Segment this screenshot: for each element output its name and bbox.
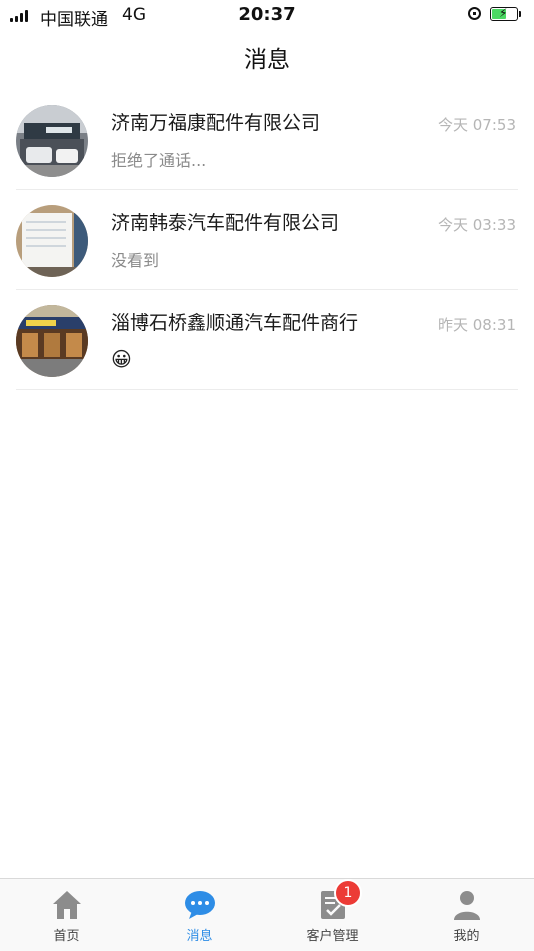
chat-bubble-icon [184, 891, 215, 919]
home-icon [52, 891, 81, 919]
battery-icon: ⚡ [490, 6, 518, 21]
conversation-name: 淄博石桥鑫顺通汽车配件商行 [111, 312, 359, 334]
conversation-item[interactable]: 济南韩泰汽车配件有限公司 没看到 今天 03:33 [0, 190, 534, 290]
charging-bolt-icon: ⚡ [499, 6, 508, 20]
conversation-preview: 没看到 [111, 251, 160, 270]
conversation-time: 今天 07:53 [438, 116, 516, 134]
tab-customer-management[interactable]: 客户管理 [266, 879, 399, 951]
tab-label: 客户管理 [306, 929, 359, 944]
battery-cap [519, 11, 521, 17]
notification-badge: 1 [334, 879, 362, 907]
page-title: 消息 [244, 47, 290, 73]
tab-messages[interactable]: 消息 [133, 879, 266, 951]
rotation-lock-icon [468, 7, 481, 20]
divider [16, 389, 518, 390]
conversation-preview: 😀 [111, 347, 132, 371]
status-time: 20:37 [238, 4, 296, 25]
tab-label: 我的 [453, 929, 480, 944]
conversation-name: 济南万福康配件有限公司 [111, 112, 321, 134]
person-icon [453, 891, 480, 920]
tab-bar: 首页 消息 客户管理 我的 1 [0, 878, 534, 951]
tab-label: 首页 [53, 929, 80, 944]
conversation-time: 今天 03:33 [438, 216, 516, 234]
status-bar: 中国联通 4G 20:37 ⚡ [0, 0, 534, 30]
tab-profile[interactable]: 我的 [400, 879, 533, 951]
avatar [16, 305, 88, 377]
conversation-time: 昨天 08:31 [438, 316, 516, 334]
conversation-name: 济南韩泰汽车配件有限公司 [111, 212, 340, 234]
avatar [16, 205, 88, 277]
conversation-preview: 拒绝了通话... [111, 151, 207, 170]
tab-home[interactable]: 首页 [0, 879, 133, 951]
tab-label: 消息 [186, 929, 213, 944]
conversation-list: 济南万福康配件有限公司 拒绝了通话... 今天 07:53 济南韩泰汽车配件有限… [0, 90, 534, 390]
avatar [16, 105, 88, 177]
conversation-item[interactable]: 淄博石桥鑫顺通汽车配件商行 😀 昨天 08:31 [0, 290, 534, 390]
conversation-item[interactable]: 济南万福康配件有限公司 拒绝了通话... 今天 07:53 [0, 90, 534, 190]
